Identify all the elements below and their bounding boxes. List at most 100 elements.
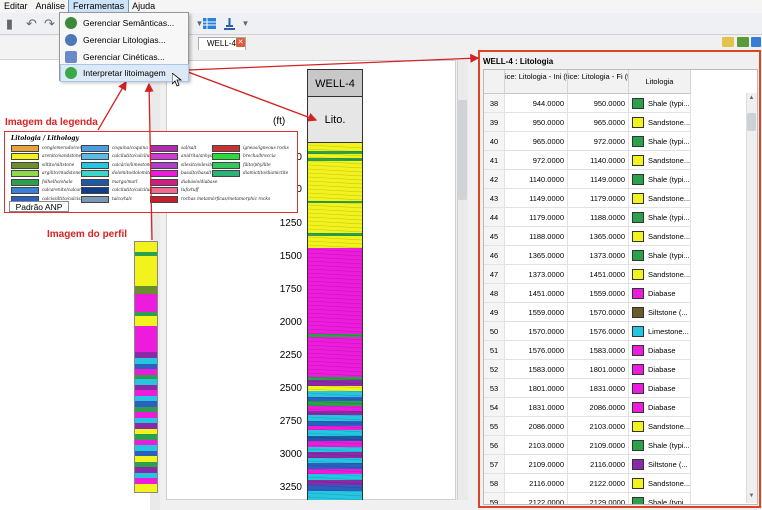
column-header-ini[interactable]: ice: Litologia - Ini (ft) (505, 70, 568, 94)
thumbnail-band (135, 440, 157, 445)
menu-item-interpretar-litoimagem[interactable]: Interpretar litoimagem (60, 64, 189, 82)
lithology-band (308, 463, 362, 469)
cell-fim: 2129.0000 (568, 493, 629, 504)
thumbnail-band (135, 456, 157, 462)
menu-item-gerenciar-litologias[interactable]: Gerenciar Litologias... (61, 32, 188, 48)
menu-item-gerenciar-semanticas[interactable]: Gerenciar Semânticas... (61, 15, 188, 31)
cell-litologia: Sandstone... (629, 151, 691, 170)
table-icon[interactable] (202, 16, 217, 31)
table-scrollbar-thumb[interactable] (747, 113, 756, 131)
cell-fim: 1188.0000 (568, 208, 629, 227)
legend-annotation-label: Imagem da legenda (5, 117, 98, 128)
column-header-index[interactable] (484, 70, 505, 94)
folder-options-icon[interactable] (751, 37, 761, 47)
row-index: 56 (484, 436, 505, 455)
column-header-fim[interactable]: ice: Litologia - Fi (ft) (568, 70, 629, 94)
lithology-name: Diabase (648, 384, 676, 393)
cell-fim: 1831.0000 (568, 379, 629, 398)
thumbnail-band (135, 429, 157, 434)
redo-icon[interactable]: ↷ (42, 16, 57, 31)
cell-fim: 1365.0000 (568, 227, 629, 246)
thumbnail-band (135, 423, 157, 429)
clipboard-icon[interactable]: ▮ (2, 16, 17, 31)
legend-entry: basalto/basalt (150, 170, 211, 178)
table-row[interactable]: 44 1179.0000 1188.0000 Shale (typi... (484, 208, 744, 227)
lithology-name: Sandstone... (648, 194, 691, 203)
menu-item-label: Gerenciar Cinéticas... (83, 52, 165, 62)
legend-swatch (11, 153, 39, 160)
cell-litologia: Diabase (629, 360, 691, 379)
lithology-swatch (632, 478, 644, 489)
thumbnail-band (135, 375, 157, 379)
cell-ini: 1570.0000 (505, 322, 568, 341)
legend-entry-label: diabásio/diabase (181, 179, 218, 185)
table-row[interactable]: 40 965.0000 972.0000 Shale (typi... (484, 132, 744, 151)
table-row[interactable]: 38 944.0000 950.0000 Shale (typi... (484, 94, 744, 113)
undo-icon[interactable]: ↶ (24, 16, 39, 31)
table-row[interactable]: 47 1373.0000 1451.0000 Sandstone... (484, 265, 744, 284)
toolbar-dropdown-arrow-2-icon[interactable]: ▼ (238, 16, 253, 31)
legend-entry: marga/marl (81, 178, 138, 186)
table-row[interactable]: 57 2109.0000 2116.0000 Siltstone (... (484, 455, 744, 474)
table-row[interactable]: 50 1570.0000 1576.0000 Limestone... (484, 322, 744, 341)
table-row[interactable]: 53 1801.0000 1831.0000 Diabase (484, 379, 744, 398)
lithology-name: Sandstone... (648, 422, 691, 431)
menu-item-gerenciar-cineticas[interactable]: Gerenciar Cinéticas... (61, 49, 188, 65)
table-row[interactable]: 46 1365.0000 1373.0000 Shale (typi... (484, 246, 744, 265)
table-row[interactable]: 39 950.0000 965.0000 Sandstone... (484, 113, 744, 132)
scroll-up-icon[interactable]: ▲ (747, 95, 756, 104)
legend-swatch (212, 170, 240, 177)
table-row[interactable]: 49 1559.0000 1570.0000 Siltstone (... (484, 303, 744, 322)
thumbnail-band (135, 484, 157, 492)
add-folder-icon[interactable] (737, 37, 749, 47)
legend-entry: brecha/breccia (212, 153, 276, 161)
well-icon[interactable] (222, 16, 237, 31)
cell-litologia: Shale (typi... (629, 246, 691, 265)
legend-footer: Padrão ANP (9, 201, 69, 212)
table-row[interactable]: 58 2116.0000 2122.0000 Sandstone... (484, 474, 744, 493)
legend-entry: folhelho/shale (11, 178, 73, 186)
lithology-name: Sandstone... (648, 479, 691, 488)
legend-swatch (81, 144, 109, 152)
lithology-band (308, 337, 362, 377)
thumbnail-band (135, 286, 157, 294)
tab-close-icon[interactable]: ✕ (236, 38, 245, 47)
table-row[interactable]: 52 1583.0000 1801.0000 Diabase (484, 360, 744, 379)
table-row[interactable]: 43 1149.0000 1179.0000 Sandstone... (484, 189, 744, 208)
cell-fim: 1559.0000 (568, 284, 629, 303)
cell-fim: 2086.0000 (568, 398, 629, 417)
table-row[interactable]: 42 1140.0000 1149.0000 Shale (typi... (484, 170, 744, 189)
table-row[interactable]: 55 2086.0000 2103.0000 Sandstone... (484, 417, 744, 436)
table-row[interactable]: 59 2122.0000 2129.0000 Shale (typi... (484, 493, 744, 504)
lithology-swatch (632, 117, 644, 128)
cell-ini: 1188.0000 (505, 227, 568, 246)
table-row[interactable]: 48 1451.0000 1559.0000 Diabase (484, 284, 744, 303)
lithology-swatch (632, 364, 644, 375)
legend-entry: siltito/siltstone (11, 161, 74, 169)
table-row[interactable]: 56 2103.0000 2109.0000 Shale (typi... (484, 436, 744, 455)
table-row[interactable]: 51 1576.0000 1583.0000 Diabase (484, 341, 744, 360)
legend-swatch (150, 144, 178, 152)
legend-entry: ígneas/igneous rocks (212, 144, 289, 152)
table-row[interactable]: 41 972.0000 1140.0000 Sandstone... (484, 151, 744, 170)
menu-editar[interactable]: Editar (0, 0, 32, 13)
table-row[interactable]: 54 1831.0000 2086.0000 Diabase (484, 398, 744, 417)
center-scrollbar-thumb[interactable] (458, 100, 467, 200)
column-header-litologia[interactable]: Litologia (629, 70, 691, 94)
open-folder-icon[interactable] (722, 37, 734, 47)
thumbnail-band (135, 369, 157, 375)
legend-entry: sal/salt (150, 144, 196, 152)
cell-litologia: Shale (typi... (629, 132, 691, 151)
cell-fim: 1451.0000 (568, 265, 629, 284)
legend-swatch (212, 153, 240, 160)
scroll-down-icon[interactable]: ▼ (747, 493, 756, 502)
cell-ini: 2086.0000 (505, 417, 568, 436)
row-index: 38 (484, 94, 505, 113)
cell-litologia: Sandstone... (629, 227, 691, 246)
table-scrollbar[interactable] (746, 93, 757, 503)
depth-tick-label: 1250 (279, 218, 302, 229)
cell-litologia: Sandstone... (629, 113, 691, 132)
cell-ini: 1559.0000 (505, 303, 568, 322)
cell-fim: 1801.0000 (568, 360, 629, 379)
table-row[interactable]: 45 1188.0000 1365.0000 Sandstone... (484, 227, 744, 246)
